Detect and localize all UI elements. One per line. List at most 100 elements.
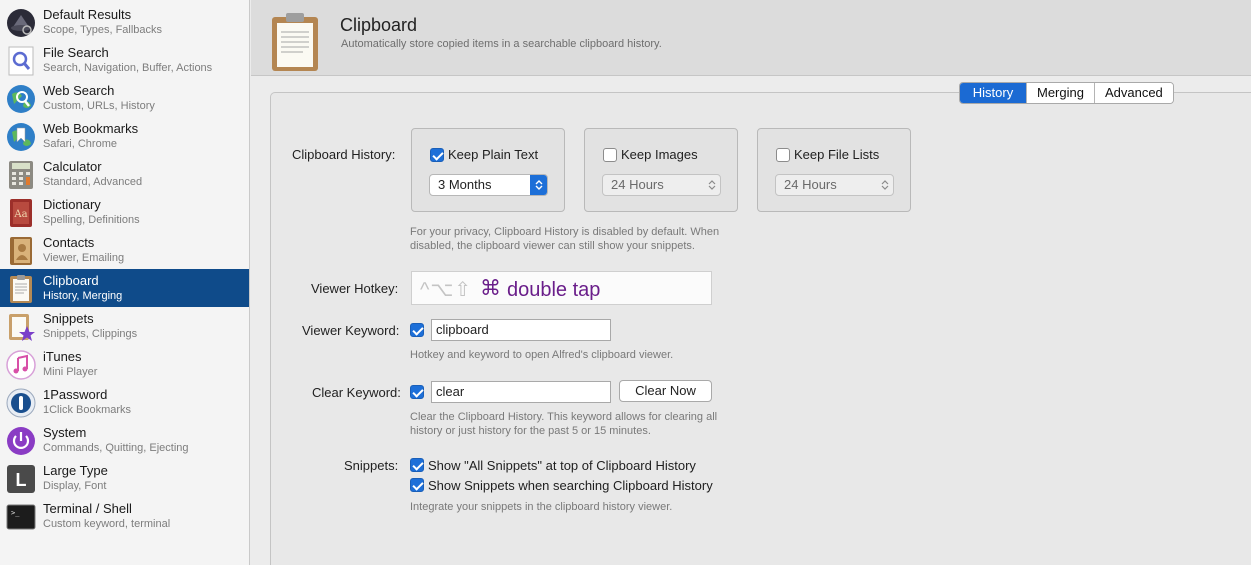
sidebar-item-title: Terminal / Shell (43, 501, 132, 516)
sidebar-item-title: Contacts (43, 235, 95, 250)
sidebar-item-subtitle: Spelling, Definitions (43, 214, 140, 226)
sidebar-item-title: Dictionary (43, 197, 101, 212)
keep-plain-text-group: Keep Plain Text 3 Months (411, 128, 565, 212)
sidebar-item-subtitle: Display, Font (43, 480, 107, 492)
sidebar-item-default-results[interactable]: Default Results Scope, Types, Fallbacks (0, 3, 249, 41)
sidebar-item-title: Snippets (43, 311, 94, 326)
viewer-keyword-input[interactable]: clipboard (431, 319, 611, 341)
tab-merging[interactable]: Merging (1027, 83, 1095, 103)
globe-search-icon (5, 83, 36, 114)
keep-images-group: Keep Images 24 Hours (584, 128, 738, 212)
sidebar-item-clipboard[interactable]: Clipboard History, Merging (0, 269, 249, 307)
sidebar-item-itunes[interactable]: iTunes Mini Player (0, 345, 249, 383)
images-duration-select[interactable]: 24 Hours (602, 174, 721, 196)
hotkey-text: double tap (507, 279, 601, 301)
clear-keyword-input[interactable]: clear (431, 381, 611, 403)
sidebar-item-title: Large Type (43, 463, 108, 478)
tab-advanced[interactable]: Advanced (1094, 83, 1173, 103)
sidebar-item-subtitle: Snippets, Clippings (43, 328, 138, 340)
sidebar-item-dictionary[interactable]: Aa Dictionary Spelling, Definitions (0, 193, 249, 231)
itunes-note-icon (5, 349, 36, 380)
contacts-icon (5, 235, 36, 266)
sidebar-item-terminal[interactable]: >_ Terminal / Shell Custom keyword, term… (0, 497, 249, 535)
file-lists-duration-value: 24 Hours (784, 177, 837, 192)
large-type-icon: L (5, 463, 36, 494)
privacy-note-line2: disabled, the clipboard viewer can still… (410, 240, 695, 252)
clipboard-icon (5, 273, 36, 304)
sidebar-item-title: Web Bookmarks (43, 121, 139, 136)
sidebar-item-title: Clipboard (43, 273, 99, 288)
sidebar-item-large-type[interactable]: L Large Type Display, Font (0, 459, 249, 497)
alfred-hat-icon (5, 7, 36, 38)
sidebar: Default Results Scope, Types, Fallbacks … (0, 0, 250, 565)
viewer-hotkey-field[interactable]: ^⌥⇧ ⌘ double tap (411, 271, 712, 305)
sidebar-item-title: File Search (43, 45, 109, 60)
keep-plain-text-checkbox[interactable] (430, 148, 444, 162)
sidebar-item-subtitle: Safari, Chrome (43, 138, 117, 150)
sidebar-item-snippets[interactable]: Snippets Snippets, Clippings (0, 307, 249, 345)
sidebar-item-title: Web Search (43, 83, 115, 98)
sidebar-item-system[interactable]: System Commands, Quitting, Ejecting (0, 421, 249, 459)
viewer-keyword-checkbox[interactable] (410, 323, 424, 337)
file-lists-duration-select[interactable]: 24 Hours (775, 174, 894, 196)
power-icon (5, 425, 36, 456)
show-snippets-search-checkbox[interactable] (410, 478, 424, 492)
command-key-icon: ⌘ (480, 277, 501, 300)
page-subtitle: Automatically store copied items in a se… (341, 38, 662, 50)
sidebar-item-1password[interactable]: 1Password 1Click Bookmarks (0, 383, 249, 421)
sidebar-item-subtitle: Scope, Types, Fallbacks (43, 24, 163, 36)
show-snippets-search-label: Show Snippets when searching Clipboard H… (428, 478, 713, 493)
sidebar-item-subtitle: Viewer, Emailing (43, 252, 125, 264)
viewer-keyword-note: Hotkey and keyword to open Alfred's clip… (410, 349, 674, 361)
sidebar-item-file-search[interactable]: File Search Search, Navigation, Buffer, … (0, 41, 249, 79)
sidebar-item-title: Default Results (43, 7, 132, 22)
keep-file-lists-group: Keep File Lists 24 Hours (757, 128, 911, 212)
clear-keyword-checkbox[interactable] (410, 385, 424, 399)
keep-file-lists-checkbox[interactable] (776, 148, 790, 162)
sidebar-item-subtitle: Commands, Quitting, Ejecting (43, 442, 189, 454)
sidebar-item-subtitle: Search, Navigation, Buffer, Actions (43, 62, 213, 74)
onepassword-icon (5, 387, 36, 418)
tab-bar: History Merging Advanced (959, 82, 1174, 104)
hotkey-modifiers: ^⌥⇧ (420, 279, 473, 301)
clipboard-icon (269, 12, 321, 72)
svg-text:>_: >_ (11, 509, 20, 517)
sidebar-item-title: Calculator (43, 159, 102, 174)
page-title: Clipboard (340, 15, 418, 35)
sidebar-item-subtitle: 1Click Bookmarks (43, 404, 132, 416)
plain-text-duration-select[interactable]: 3 Months (429, 174, 548, 196)
sidebar-item-title: System (43, 425, 87, 440)
calculator-icon (5, 159, 36, 190)
viewer-hotkey-label: Viewer Hotkey: (311, 281, 399, 296)
dictionary-icon: Aa (5, 197, 36, 228)
sidebar-item-subtitle: History, Merging (43, 290, 123, 302)
clipboard-history-label: Clipboard History: (292, 147, 396, 162)
terminal-icon: >_ (5, 501, 36, 532)
sidebar-item-subtitle: Custom, URLs, History (43, 100, 155, 112)
clear-keyword-label: Clear Keyword: (312, 385, 401, 400)
sidebar-item-web-bookmarks[interactable]: Web Bookmarks Safari, Chrome (0, 117, 249, 155)
keep-images-label: Keep Images (621, 147, 698, 162)
clear-keyword-note-line2: history or just history for the past 5 o… (410, 425, 651, 437)
snippets-note: Integrate your snippets in the clipboard… (410, 501, 673, 513)
sidebar-item-subtitle: Custom keyword, terminal (43, 518, 171, 530)
magnifier-icon (5, 45, 36, 76)
sidebar-item-contacts[interactable]: Contacts Viewer, Emailing (0, 231, 249, 269)
viewer-keyword-label: Viewer Keyword: (302, 323, 400, 338)
sidebar-item-title: iTunes (43, 349, 82, 364)
images-duration-value: 24 Hours (611, 177, 664, 192)
sidebar-item-web-search[interactable]: Web Search Custom, URLs, History (0, 79, 249, 117)
globe-bookmark-icon (5, 121, 36, 152)
show-all-snippets-checkbox[interactable] (410, 458, 424, 472)
keep-file-lists-label: Keep File Lists (794, 147, 880, 162)
svg-text:Aa: Aa (13, 209, 27, 220)
sidebar-item-calculator[interactable]: Calculator Standard, Advanced (0, 155, 249, 193)
tab-history[interactable]: History (960, 83, 1027, 103)
keep-images-checkbox[interactable] (603, 148, 617, 162)
sidebar-item-subtitle: Mini Player (43, 366, 98, 378)
chevron-up-down-icon (530, 175, 547, 195)
preferences-header: Clipboard Automatically store copied ite… (251, 0, 1251, 76)
sidebar-item-subtitle: Standard, Advanced (43, 176, 143, 188)
chevron-up-down-icon (876, 175, 893, 195)
clear-now-button[interactable]: Clear Now (619, 380, 712, 402)
